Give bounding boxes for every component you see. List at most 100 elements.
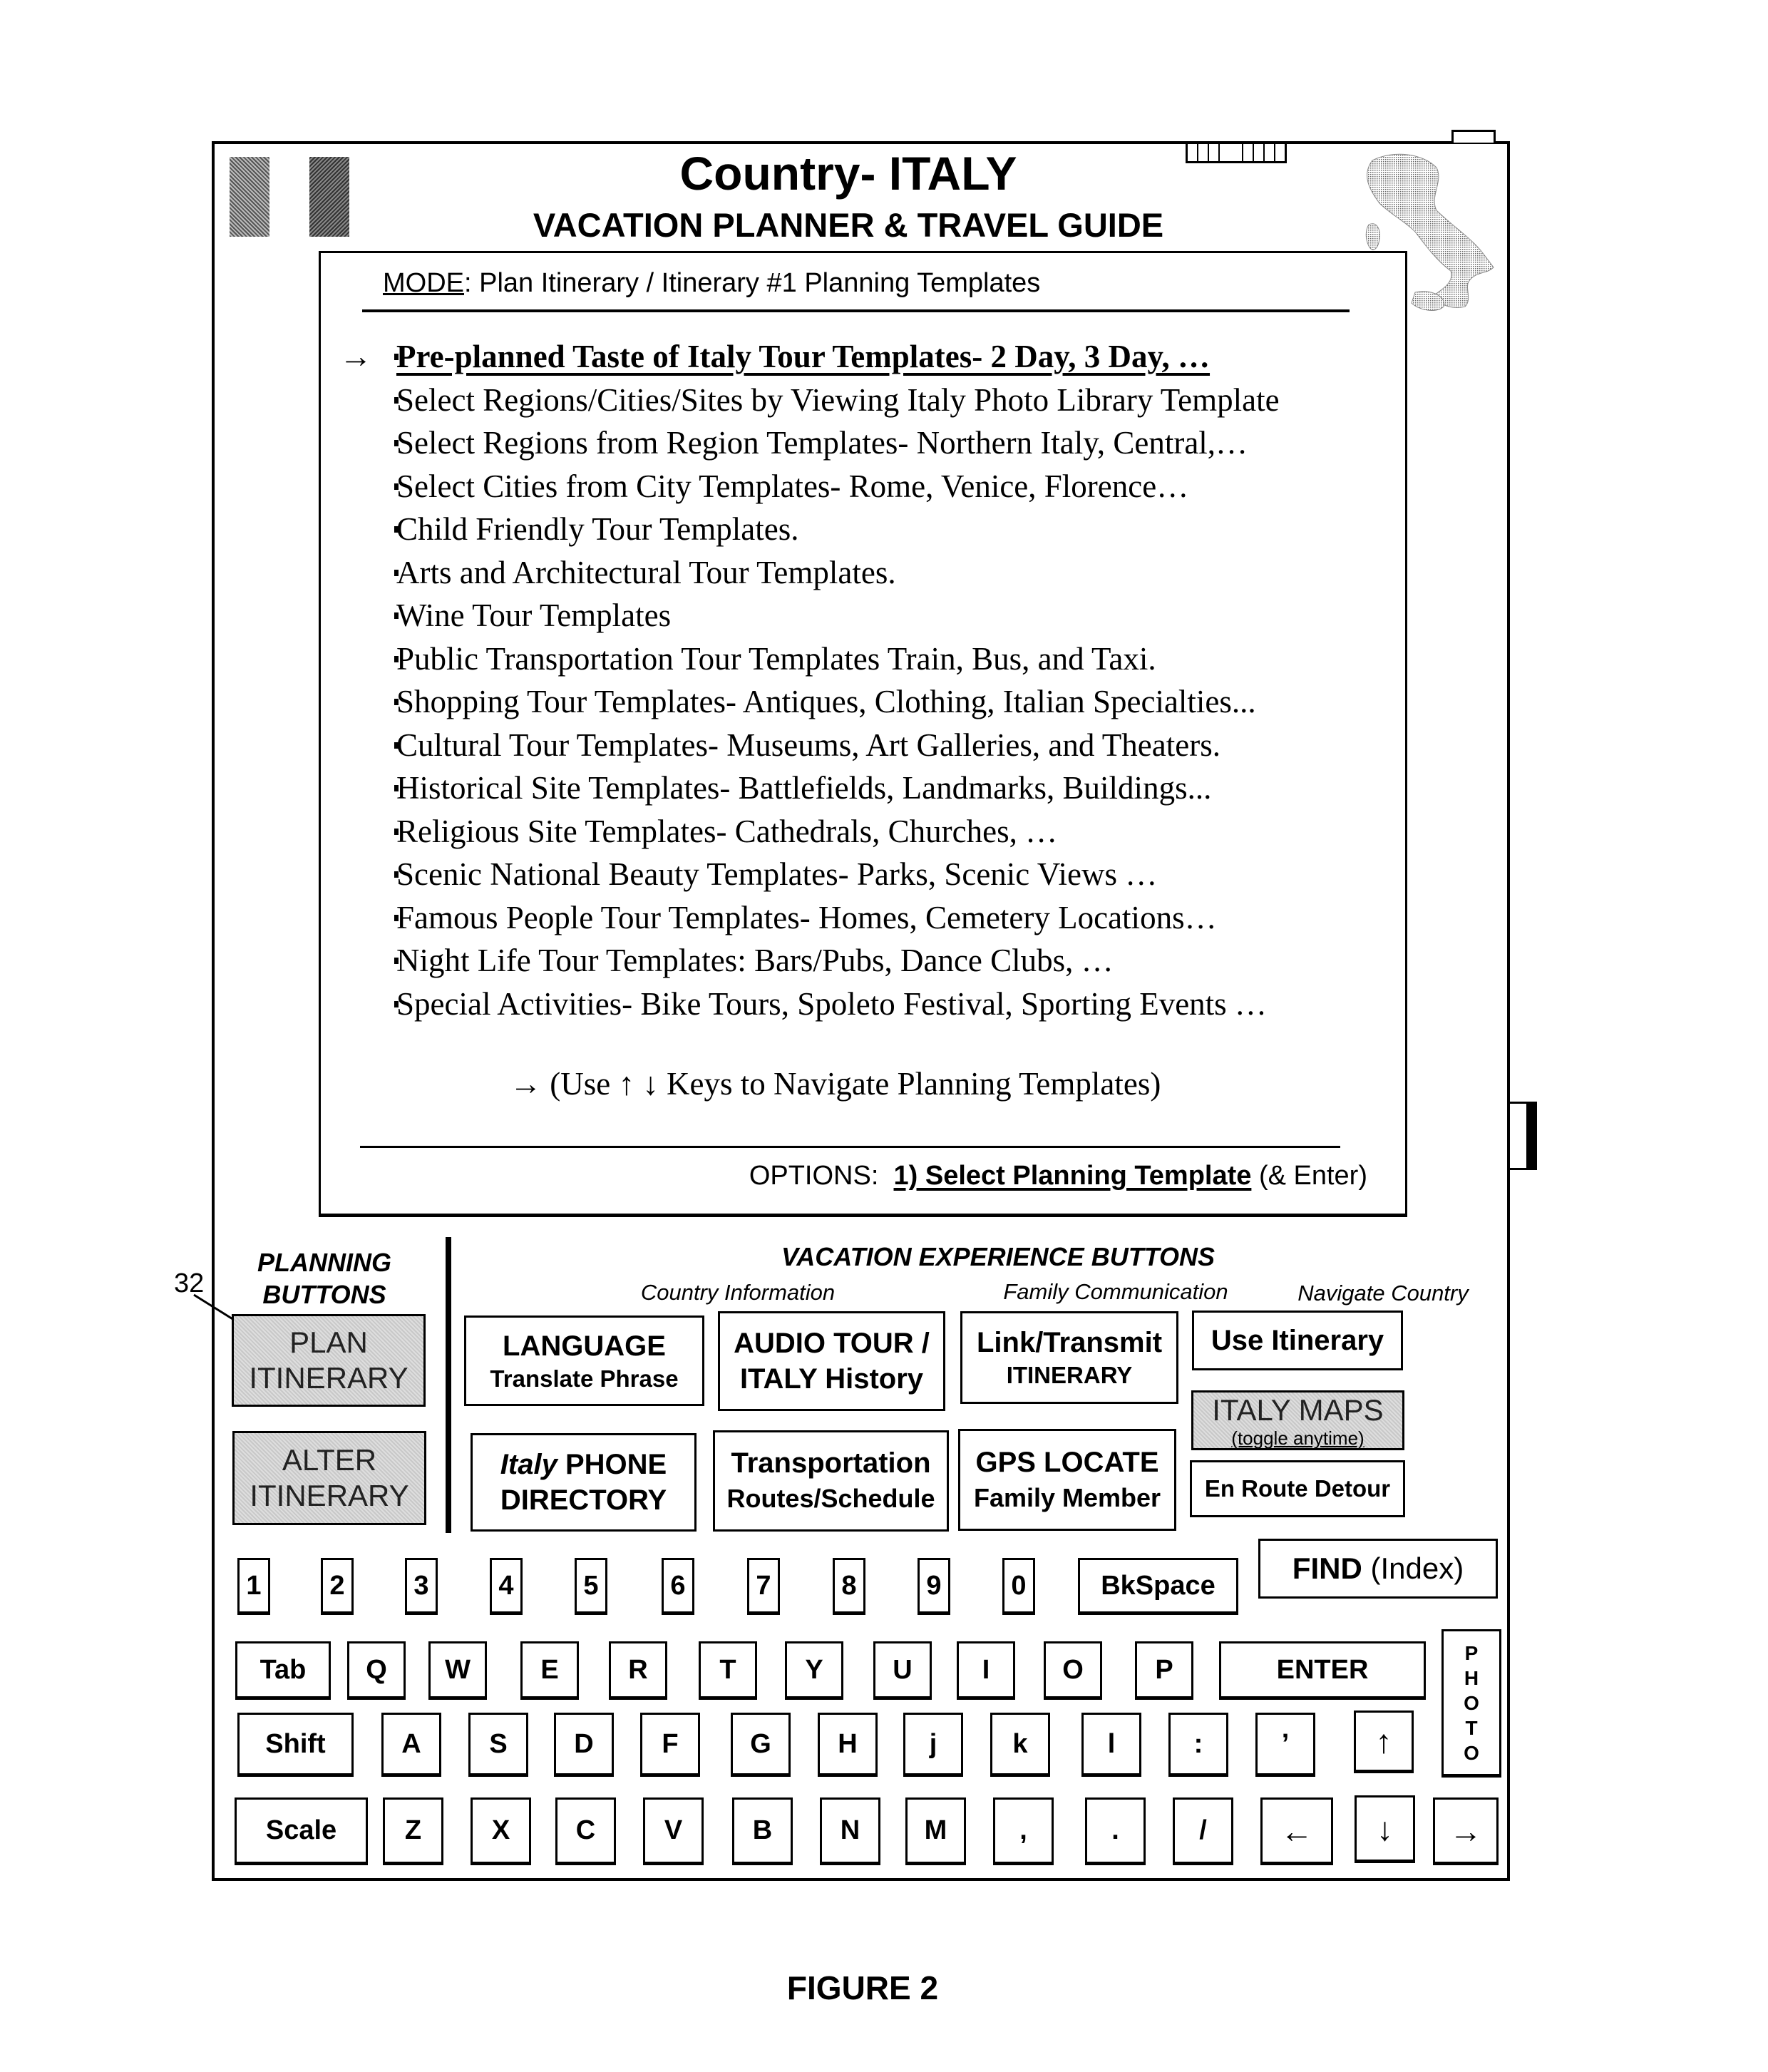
link-transmit-itinerary-button[interactable]: Link/Transmit ITINERARY [960,1311,1178,1404]
key-T[interactable]: T [699,1641,757,1700]
key-7[interactable]: M [905,1797,966,1865]
key-5[interactable]: 5 [575,1558,607,1615]
key-7[interactable]: 7 [747,1558,780,1615]
key-2[interactable]: S [468,1713,528,1777]
bullet-icon [394,1000,399,1007]
template-list-item[interactable]: Cultural Tour Templates- Museums, Art Ga… [339,724,1409,767]
shift-key[interactable]: Shift [237,1713,354,1777]
key-0[interactable]: 0 [1002,1558,1035,1615]
bullet-icon [394,699,399,705]
find-index-button[interactable]: FIND (Index) [1258,1539,1498,1599]
divider [360,1146,1340,1148]
template-list-item[interactable]: Select Regions from Region Templates- No… [339,421,1409,465]
vacation-experience-heading: VACATION EXPERIENCE BUTTONS [781,1242,1216,1271]
enter-key[interactable]: ENTER [1219,1641,1426,1700]
template-list-item[interactable]: Special Activities- Bike Tours, Spoleto … [339,983,1409,1026]
bullet-icon [394,914,399,921]
key-2[interactable]: X [471,1797,531,1865]
device-side-button[interactable] [1510,1102,1537,1170]
template-list-item[interactable]: Wine Tour Templates [339,594,1409,637]
key-O[interactable]: O [1044,1641,1102,1700]
key-6[interactable]: 6 [662,1558,694,1615]
country-information-label: Country Information [640,1280,836,1305]
bullet-icon [394,828,399,835]
up-arrow-key[interactable]: ↑ [1354,1711,1414,1773]
key-11[interactable]: ’ [1255,1713,1315,1777]
scale-key[interactable]: Scale [235,1797,368,1865]
key-9[interactable]: 9 [918,1558,950,1615]
template-list: → Pre-planned Taste of Italy Tour Templat… [339,335,1409,1025]
key-3[interactable]: 3 [405,1558,438,1615]
backspace-key[interactable]: BkSpace [1078,1558,1238,1615]
template-list-item[interactable]: Select Cities from City Templates- Rome,… [339,465,1409,508]
key-1[interactable]: Z [383,1797,443,1865]
key-10[interactable]: / [1173,1797,1233,1865]
key-10[interactable]: : [1168,1713,1228,1777]
key-5[interactable]: G [731,1713,791,1777]
key-8[interactable]: , [993,1797,1054,1865]
alter-itinerary-button[interactable]: ALTER ITINERARY [232,1431,426,1525]
key-E[interactable]: E [520,1641,579,1700]
key-3[interactable]: C [555,1797,616,1865]
language-button[interactable]: LANGUAGE Translate Phrase [464,1315,704,1406]
template-label: Historical Site Templates- Battlefields,… [396,770,1212,806]
en-route-detour-button[interactable]: En Route Detour [1190,1460,1405,1517]
transportation-button[interactable]: Transportation Routes/Schedule [713,1430,949,1532]
template-list-item[interactable]: Historical Site Templates- Battlefields,… [339,766,1409,810]
page-title: Country- ITALY [679,147,1017,200]
template-list-item[interactable]: Child Friendly Tour Templates. [339,508,1409,551]
template-label: Select Regions from Region Templates- No… [396,425,1248,461]
template-list-item[interactable]: Select Regions/Cities/Sites by Viewing I… [339,379,1409,422]
bullet-icon [394,569,399,576]
down-arrow-key[interactable]: ↓ [1355,1795,1415,1863]
plan-itinerary-button[interactable]: PLAN ITINERARY [232,1314,426,1407]
key-U[interactable]: U [873,1641,932,1700]
template-list-item[interactable]: → Pre-planned Taste of Italy Tour Templat… [339,335,1409,379]
bullet-icon [394,483,399,490]
key-5[interactable]: B [732,1797,793,1865]
key-I[interactable]: I [957,1641,1015,1700]
key-8[interactable]: 8 [833,1558,865,1615]
template-list-item[interactable]: Arts and Architectural Tour Templates. [339,551,1409,595]
right-arrow-key[interactable]: → [1433,1797,1499,1865]
key-Y[interactable]: Y [785,1641,843,1700]
use-itinerary-button[interactable]: Use Itinerary [1192,1311,1403,1370]
options-line: OPTIONS: 1) Select Planning Template (& … [749,1157,1367,1194]
key-W[interactable]: W [428,1641,487,1700]
key-Q[interactable]: Q [347,1641,406,1700]
key-4[interactable]: V [643,1797,704,1865]
device-top-button[interactable] [1451,130,1496,143]
photo-key[interactable]: PHOTO [1441,1629,1501,1778]
template-list-item[interactable]: Scenic National Beauty Templates- Parks,… [339,853,1409,896]
template-list-item[interactable]: Night Life Tour Templates: Bars/Pubs, Da… [339,939,1409,983]
key-1[interactable]: A [381,1713,441,1777]
key-9[interactable]: l [1081,1713,1141,1777]
key-4[interactable]: 4 [490,1558,523,1615]
tab-key[interactable]: Tab [235,1641,331,1700]
audio-tour-button[interactable]: AUDIO TOUR / ITALY History [718,1311,945,1411]
bullet-icon [394,526,399,533]
key-4[interactable]: F [640,1713,700,1777]
mode-label: MODE [383,268,464,298]
key-1[interactable]: 1 [237,1558,270,1615]
template-list-item[interactable]: Religious Site Templates- Cathedrals, Ch… [339,810,1409,853]
left-arrow-key[interactable]: ← [1260,1797,1333,1865]
key-6[interactable]: H [818,1713,878,1777]
gps-locate-button[interactable]: GPS LOCATE Family Member [958,1429,1176,1531]
template-list-item[interactable]: Public Transportation Tour Templates Tra… [339,637,1409,681]
select-planning-template-option[interactable]: 1) Select Planning Template [894,1161,1252,1191]
template-list-item[interactable]: Shopping Tour Templates- Antiques, Cloth… [339,680,1409,724]
key-2[interactable]: 2 [321,1558,354,1615]
key-R[interactable]: R [609,1641,667,1700]
key-7[interactable]: j [903,1713,963,1777]
key-6[interactable]: N [820,1797,880,1865]
key-9[interactable]: . [1085,1797,1146,1865]
italy-maps-toggle-button[interactable]: ITALY MAPS (toggle anytime) [1191,1390,1404,1450]
key-8[interactable]: k [990,1713,1050,1777]
key-3[interactable]: D [554,1713,614,1777]
template-label: Child Friendly Tour Templates. [396,511,799,547]
photo-key-letter: O [1464,1741,1479,1764]
italy-phone-directory-button[interactable]: Italy PHONE DIRECTORY [471,1433,697,1532]
template-list-item[interactable]: Famous People Tour Templates- Homes, Cem… [339,896,1409,940]
key-P[interactable]: P [1135,1641,1193,1700]
